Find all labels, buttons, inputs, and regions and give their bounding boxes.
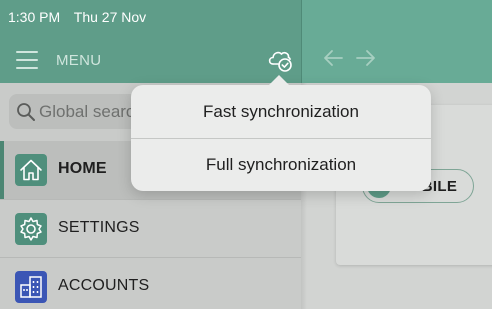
fast-sync-option[interactable]: Fast synchronization (131, 85, 431, 138)
sidebar-item-label: SETTINGS (58, 219, 140, 236)
hamburger-icon (16, 51, 38, 69)
sync-popover: Fast synchronization Full synchronizatio… (131, 75, 431, 191)
sidebar-item-label: HOME (58, 160, 107, 177)
menu-label: MENU (56, 52, 102, 69)
cloud-check-icon[interactable] (266, 47, 294, 73)
search-icon (17, 103, 35, 121)
buildings-icon (15, 271, 47, 303)
sidebar-item-settings[interactable]: SETTINGS (0, 200, 301, 258)
sidebar-item-accounts[interactable]: ACCOUNTS (0, 258, 301, 309)
gear-icon (15, 213, 47, 245)
header-divider (301, 0, 302, 83)
status-date: Thu 27 Nov (73, 9, 147, 25)
home-icon (15, 154, 47, 186)
content-header (301, 0, 492, 83)
status-time: 1:30 PM (8, 9, 61, 25)
status-bar: 1:30 PM Thu 27 Nov (8, 9, 156, 25)
sidebar-item-label: ACCOUNTS (58, 277, 150, 294)
arrow-right-icon[interactable] (355, 48, 377, 68)
full-sync-option[interactable]: Full synchronization (131, 138, 431, 191)
arrow-left-icon[interactable] (322, 48, 344, 68)
active-indicator (0, 141, 4, 199)
menu-button[interactable]: MENU (16, 49, 104, 73)
